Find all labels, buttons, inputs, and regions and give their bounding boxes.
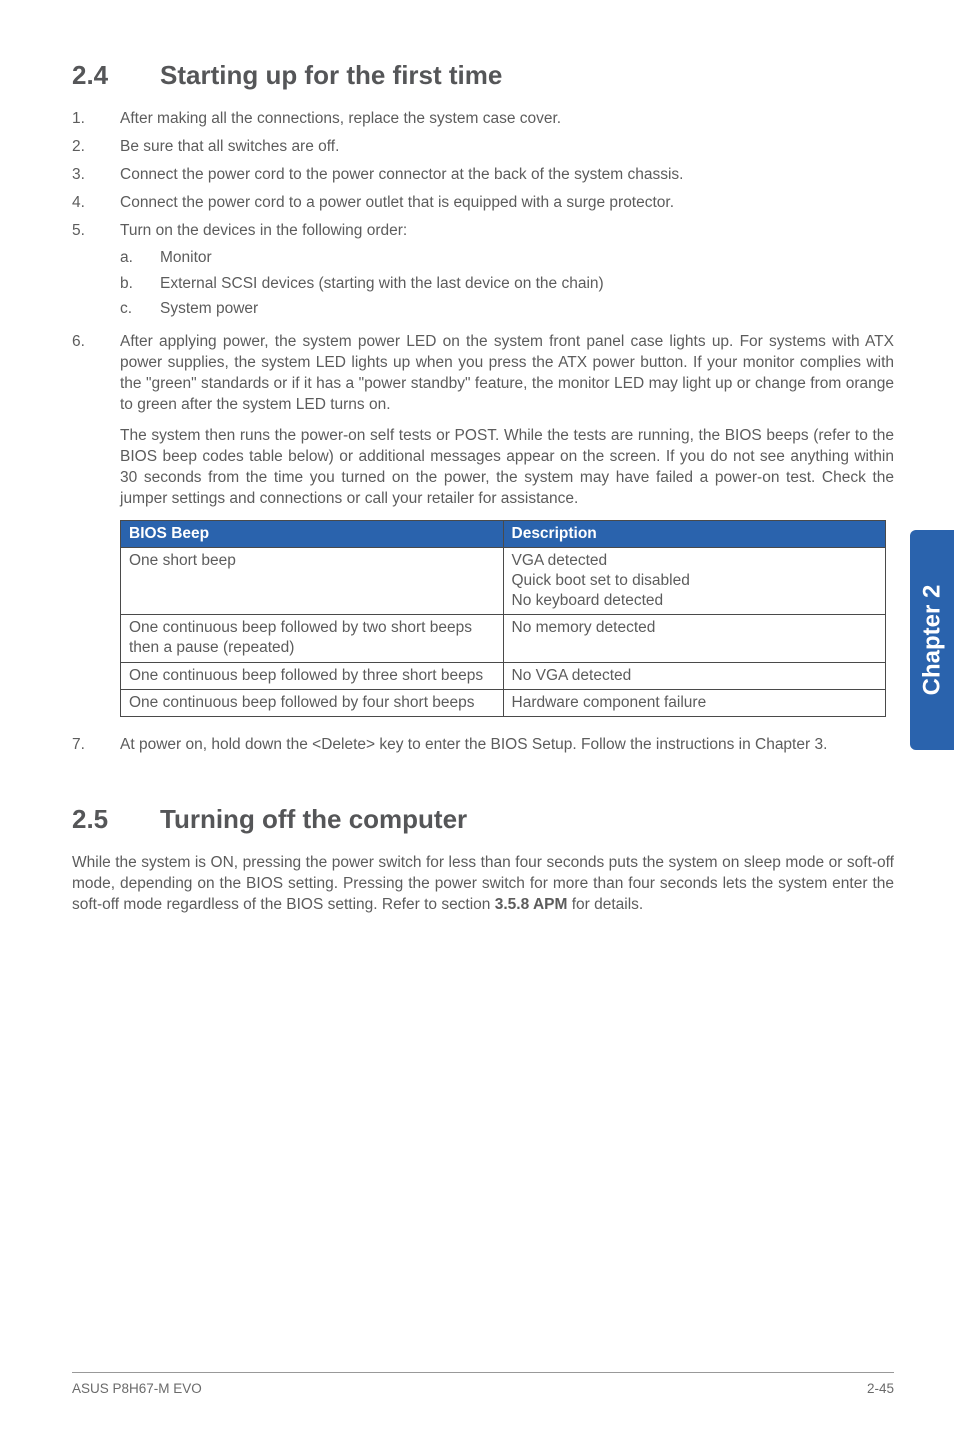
list-item: 5. Turn on the devices in the following …: [72, 221, 894, 326]
section-heading-2-4: 2.4Starting up for the first time: [72, 60, 894, 91]
section-heading-2-5: 2.5Turning off the computer: [72, 804, 894, 835]
list-item: 7.At power on, hold down the <Delete> ke…: [72, 735, 894, 756]
table-row: One continuous beep followed by three sh…: [121, 662, 886, 689]
table-cell: One continuous beep followed by two shor…: [121, 615, 504, 662]
table-cell: One short beep: [121, 547, 504, 614]
step-number: 4.: [72, 193, 120, 214]
table-header: BIOS Beep: [121, 520, 504, 547]
list-item: a.Monitor: [120, 248, 894, 269]
list-item: c.System power: [120, 299, 894, 320]
list-item: 4.Connect the power cord to a power outl…: [72, 193, 894, 214]
step-text: Connect the power cord to the power conn…: [120, 165, 894, 186]
step-text: After making all the connections, replac…: [120, 109, 894, 130]
chapter-tab-label: Chapter 2: [918, 585, 946, 696]
page-footer: ASUS P8H67-M EVO 2-45: [72, 1372, 894, 1396]
body-text-bold: 3.5.8 APM: [495, 896, 568, 913]
table-cell: Hardware component failure: [503, 689, 886, 716]
substep-letter: a.: [120, 248, 160, 269]
section-body: While the system is ON, pressing the pow…: [72, 853, 894, 916]
table-cell: One continuous beep followed by four sho…: [121, 689, 504, 716]
list-item: b.External SCSI devices (starting with t…: [120, 274, 894, 295]
body-text-pre: While the system is ON, pressing the pow…: [72, 854, 894, 913]
section-number: 2.4: [72, 60, 160, 91]
table-cell: No VGA detected: [503, 662, 886, 689]
footer-left: ASUS P8H67-M EVO: [72, 1381, 202, 1396]
step-text: Turn on the devices in the following ord…: [120, 222, 407, 239]
substep-text: External SCSI devices (starting with the…: [160, 274, 894, 295]
step-text: Be sure that all switches are off.: [120, 137, 894, 158]
footer-right: 2-45: [867, 1381, 894, 1396]
body-text-post: for details.: [567, 896, 643, 913]
steps-list-continued: 7.At power on, hold down the <Delete> ke…: [72, 735, 894, 756]
table-cell: One continuous beep followed by three sh…: [121, 662, 504, 689]
list-item: 1.After making all the connections, repl…: [72, 109, 894, 130]
step-number: 1.: [72, 109, 120, 130]
step-text: At power on, hold down the <Delete> key …: [120, 735, 894, 756]
substep-text: Monitor: [160, 248, 894, 269]
table-row: One continuous beep followed by four sho…: [121, 689, 886, 716]
table-header: Description: [503, 520, 886, 547]
bios-beep-table: BIOS Beep Description One short beep VGA…: [120, 520, 886, 717]
table-cell: VGA detected Quick boot set to disabled …: [503, 547, 886, 614]
step-number: 6.: [72, 332, 120, 416]
table-row: One continuous beep followed by two shor…: [121, 615, 886, 662]
section-title: Starting up for the first time: [160, 60, 502, 90]
step-text: Connect the power cord to a power outlet…: [120, 193, 894, 214]
substep-text: System power: [160, 299, 894, 320]
step-number: 2.: [72, 137, 120, 158]
list-item: 3.Connect the power cord to the power co…: [72, 165, 894, 186]
table-row: One short beep VGA detected Quick boot s…: [121, 547, 886, 614]
list-item: 2.Be sure that all switches are off.: [72, 137, 894, 158]
step-number: 5.: [72, 221, 120, 326]
chapter-tab: Chapter 2: [910, 530, 954, 750]
paragraph: The system then runs the power-on self t…: [120, 426, 894, 510]
sub-steps-list: a.Monitor b.External SCSI devices (start…: [120, 248, 894, 321]
step-text: After applying power, the system power L…: [120, 332, 894, 416]
section-number: 2.5: [72, 804, 160, 835]
substep-letter: b.: [120, 274, 160, 295]
bios-beep-table-container: BIOS Beep Description One short beep VGA…: [120, 520, 886, 717]
list-item: 6.After applying power, the system power…: [72, 332, 894, 416]
step-number: 7.: [72, 735, 120, 756]
table-cell: No memory detected: [503, 615, 886, 662]
steps-list: 1.After making all the connections, repl…: [72, 109, 894, 416]
section-title: Turning off the computer: [160, 804, 467, 834]
substep-letter: c.: [120, 299, 160, 320]
step-number: 3.: [72, 165, 120, 186]
